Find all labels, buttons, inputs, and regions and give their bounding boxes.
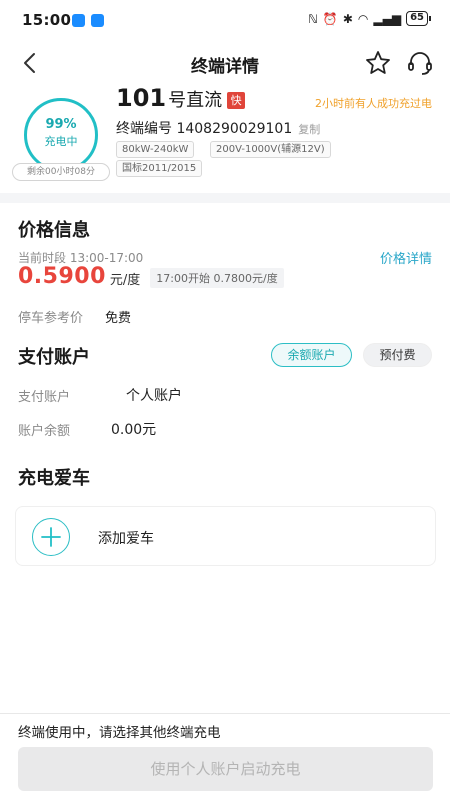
terminal-name: 101 号直流 快 [116,84,246,112]
add-circle [32,518,70,556]
bottom-divider [0,713,450,714]
message-app-icon [72,14,85,27]
start-charging-button[interactable]: 使用个人账户启动充电 [18,747,433,791]
add-car-label: 添加爱车 [98,531,154,547]
voltage-tag: 200V-1000V(辅源12V) [210,141,331,158]
status-bar: 15:00 ℕ ⏰ ✱ ◠ ▂▄▆ 65 [0,0,450,40]
battery-icon: 65 [406,11,431,26]
plus-icon [41,527,61,547]
fast-charge-badge: 快 [227,92,246,109]
parking-value: 免费 [105,311,132,326]
app-notification-icon [91,14,104,27]
price-detail-link[interactable]: 价格详情 [380,248,432,267]
balance-account-tab[interactable]: 余额账户 [271,343,352,367]
payment-section-title: 支付账户 [18,347,90,368]
balance-label: 账户余额 [18,424,71,439]
terminal-type: 号直流 [168,90,223,111]
copy-button[interactable]: 复制 [298,123,320,136]
charge-gauge: 99% 充电中 [24,98,98,172]
price-section-title: 价格信息 [18,220,90,241]
prepaid-tab[interactable]: 预付费 [363,343,432,367]
price-row: 0.5900 元/度 17:00开始 0.7800元/度 [18,264,284,289]
customer-service-icon[interactable] [406,49,434,77]
alarm-icon: ⏰ [322,11,338,26]
account-label: 支付账户 [18,390,71,405]
status-time: 15:00 [22,11,72,29]
power-tag: 80kW-240kW [116,141,195,158]
terminal-number: 101 [116,84,167,112]
remaining-time: 剩余00小时08分 [12,163,110,181]
section-divider [0,193,450,203]
nfc-icon: ℕ [308,11,318,26]
favorite-star-icon[interactable] [364,49,392,77]
bluetooth-icon: ✱ [342,11,353,26]
next-period-price: 17:00开始 0.7800元/度 [150,267,284,288]
standard-tag: 国标2011/2015 [116,160,203,177]
recent-charge-note: 2小时前有人成功充过电 [315,97,432,110]
status-icons: ℕ ⏰ ✱ ◠ ▂▄▆ 65 [308,11,431,26]
signal-icon: ▂▄▆ [373,11,402,26]
terminal-code-row: 终端编号 1408290029101 复制 [116,118,320,138]
price-unit: 元/度 [109,273,141,288]
terminal-code: 终端编号 1408290029101 [116,121,293,137]
balance-value: 0.00元 [111,422,157,438]
charge-state: 充电中 [44,135,78,148]
add-car-card[interactable]: 添加爱车 [15,506,436,566]
terminal-busy-hint: 终端使用中，请选择其他终端充电 [18,725,221,741]
charge-percent: 99% [45,117,77,132]
wifi-icon: ◠ [357,11,369,26]
nav-bar: 终端详情 [0,40,450,86]
price-value: 0.5900 [18,264,106,289]
parking-label: 停车参考价 [18,311,84,326]
car-section-title: 充电爱车 [18,468,90,489]
account-value: 个人账户 [126,388,182,404]
